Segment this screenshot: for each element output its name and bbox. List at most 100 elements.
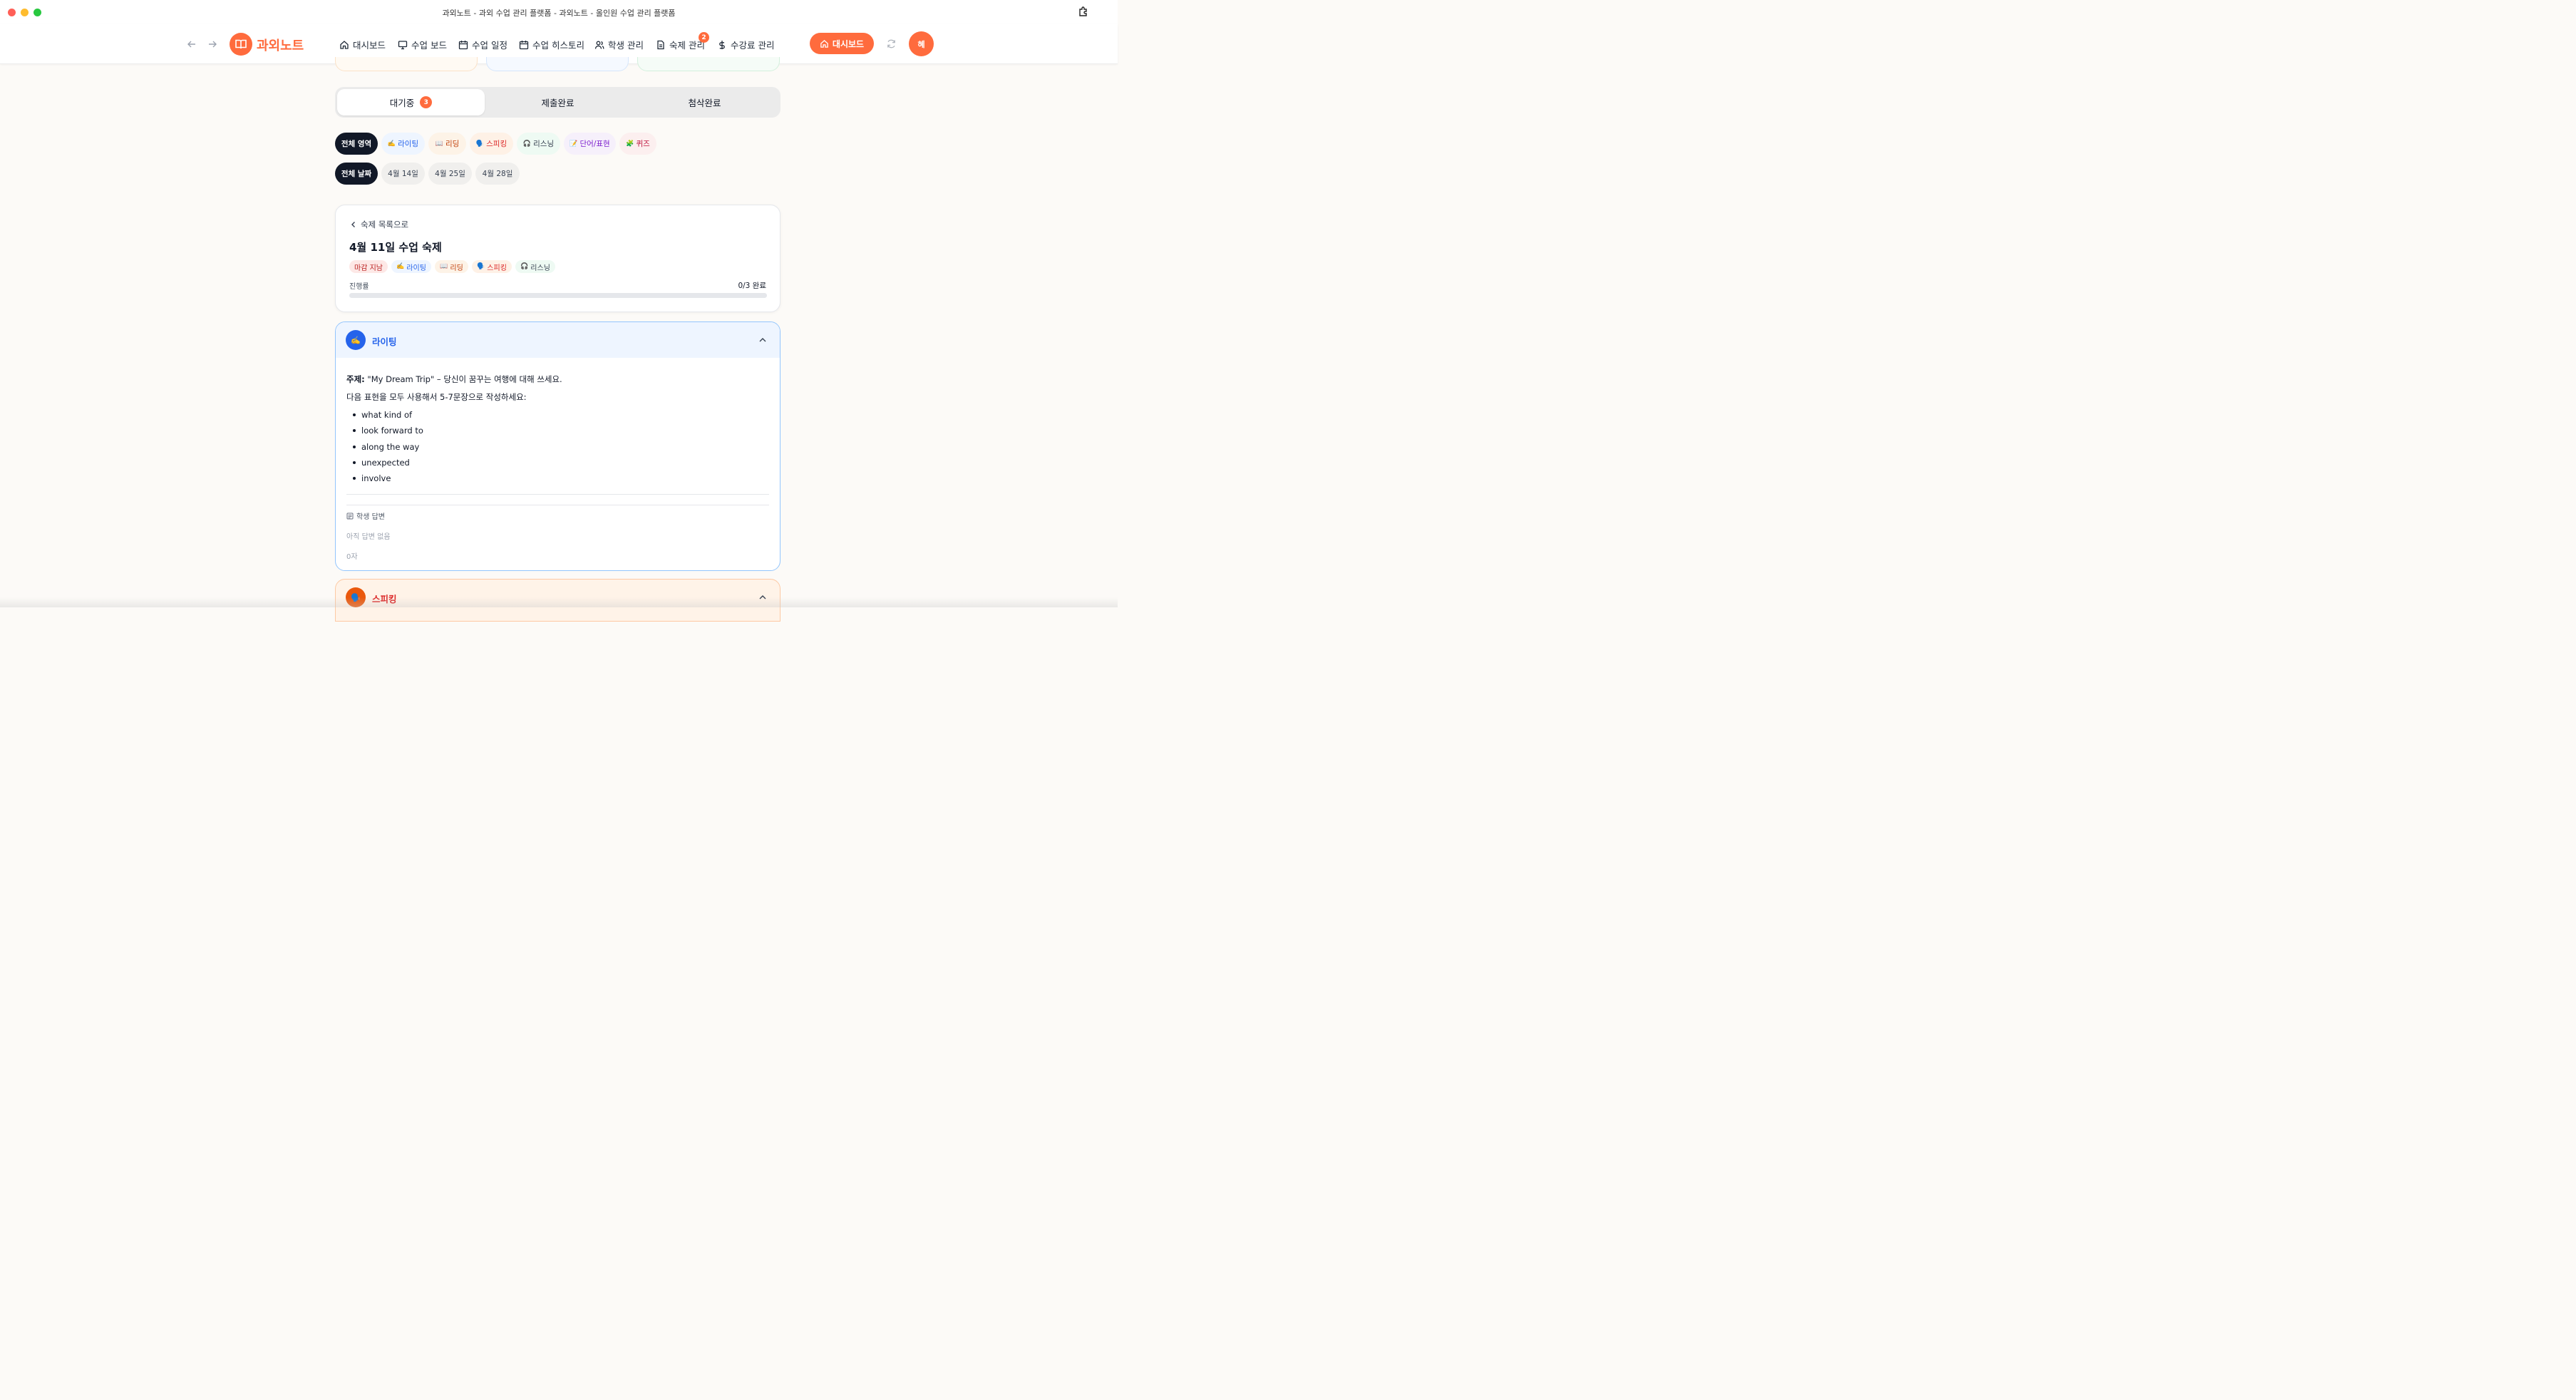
nav-tuition-management[interactable]: 수강료 관리	[717, 38, 774, 51]
filter-all-dates[interactable]: 전체 날짜	[335, 163, 378, 185]
filter-quiz[interactable]: 🧩 퀴즈	[619, 133, 656, 155]
home-icon	[340, 40, 349, 49]
tab-submitted[interactable]: 제출완료	[484, 89, 632, 115]
nav-label: 대시보드	[353, 40, 386, 51]
chip-label: 스피킹	[486, 140, 508, 148]
filter-vocabulary[interactable]: 📝 단어/표현	[564, 133, 616, 155]
chip-label: 라이팅	[398, 140, 419, 148]
book-icon: 📖	[440, 263, 448, 270]
nav-label: 수업 히스토리	[532, 40, 584, 51]
logo-text[interactable]: 과외노트	[257, 36, 304, 54]
filter-reading[interactable]: 📖 리딩	[428, 133, 466, 155]
summary-card-submitted	[486, 57, 629, 71]
nav-student-management[interactable]: 학생 관리	[594, 38, 644, 51]
calendar-icon	[519, 40, 529, 49]
tag-label: 마감 지남	[354, 264, 383, 272]
homework-detail-card: 숙제 목록으로 4월 11일 수업 숙제 마감 지남 ✍️ 라이팅 📖 리딩 🗣️ 스…	[335, 205, 780, 312]
filter-date-apr25[interactable]: 4월 25일	[428, 163, 472, 185]
tag-overdue: 마감 지남	[349, 260, 388, 273]
dashboard-button[interactable]: 대시보드	[810, 33, 874, 54]
puzzle-icon: 🧩	[626, 140, 634, 148]
nav-class-board[interactable]: 수업 보드	[398, 38, 447, 51]
speaking-head-icon: 🗣️	[477, 263, 485, 270]
chip-label: 퀴즈	[636, 140, 650, 148]
nav-label: 학생 관리	[608, 40, 644, 51]
filter-listening[interactable]: 🎧 리스닝	[517, 133, 560, 155]
chip-label: 4월 25일	[435, 170, 465, 178]
avatar[interactable]: 혜	[909, 31, 934, 56]
refresh-icon[interactable]	[886, 38, 897, 49]
nav-class-schedule[interactable]: 수업 일정	[458, 38, 508, 51]
expression-text: what kind of	[361, 410, 413, 420]
writing-section-header[interactable]: ✍️ 라이팅	[336, 322, 780, 358]
headphones-icon: 🎧	[520, 263, 529, 270]
chip-label: 리딩	[445, 140, 460, 148]
logo-book-icon[interactable]	[230, 33, 252, 56]
chip-label: 단어/표현	[579, 140, 610, 148]
speaking-head-icon: 🗣️	[475, 140, 485, 148]
divider	[346, 494, 769, 495]
progress-bar	[349, 293, 767, 298]
chevron-up-icon[interactable]	[758, 336, 767, 344]
list-item: what kind of	[353, 410, 412, 420]
writing-hand-icon: ✍️	[396, 263, 405, 270]
writing-section-title: 라이팅	[372, 336, 397, 347]
char-count: 0자	[346, 553, 358, 561]
expression-text: involve	[361, 473, 391, 483]
notepad-icon	[346, 513, 354, 519]
bottom-shadow	[0, 597, 1118, 607]
list-item: unexpected	[353, 458, 410, 468]
tag-writing: ✍️ 라이팅	[391, 260, 431, 273]
writing-hand-icon: ✍️	[346, 330, 366, 350]
list-item: along the way	[353, 442, 419, 452]
status-tabs: 대기중 3 제출완료 첨삭완료	[335, 87, 780, 118]
nav-dashboard[interactable]: 대시보드	[339, 38, 386, 51]
dollar-icon	[719, 40, 725, 49]
memo-icon: 📝	[570, 140, 578, 148]
student-answer-label: 학생 답변	[346, 510, 385, 521]
tab-reviewed[interactable]: 첨삭완료	[631, 89, 778, 115]
topic-text: "My Dream Trip" – 당신이 꿈꾸는 여행에 대해 쓰세요.	[364, 374, 562, 384]
back-arrow-icon[interactable]	[186, 38, 197, 50]
expression-text: look forward to	[361, 426, 423, 436]
headphones-icon: 🎧	[522, 140, 532, 148]
filter-writing[interactable]: ✍️ 라이팅	[381, 133, 425, 155]
answer-empty-text: 아직 답변 없음	[346, 533, 391, 541]
list-item: look forward to	[353, 426, 423, 436]
tab-label: 대기중	[389, 98, 415, 108]
nav-class-history[interactable]: 수업 히스토리	[519, 38, 584, 51]
summary-card-pending	[335, 57, 478, 71]
tag-label: 리스닝	[530, 264, 550, 272]
tab-label: 첨삭완료	[688, 98, 721, 108]
window-titlebar: 과외노트 - 과외 수업 관리 플랫폼 - 과외노트 - 올인원 수업 관리 플…	[0, 0, 1118, 24]
forward-arrow-icon[interactable]	[207, 38, 218, 50]
writing-topic: 주제: "My Dream Trip" – 당신이 꿈꾸는 여행에 대해 쓰세요…	[346, 374, 562, 385]
answer-label-text: 학생 답변	[356, 513, 385, 521]
file-icon	[657, 40, 664, 49]
chip-label: 4월 14일	[388, 170, 418, 178]
filter-speaking[interactable]: 🗣️ 스피킹	[470, 133, 513, 155]
filter-all-areas[interactable]: 전체 영역	[335, 133, 378, 155]
progress-label: 진행률	[349, 283, 369, 291]
expression-text: along the way	[361, 442, 420, 452]
extension-icon[interactable]	[1078, 6, 1089, 17]
summary-card-reviewed	[637, 57, 780, 71]
nav-homework-management[interactable]: 숙제 관리	[656, 38, 705, 51]
homework-badge: 2	[699, 32, 709, 43]
tag-listening: 🎧 리스닝	[515, 260, 555, 273]
writing-section: ✍️ 라이팅 주제: "My Dream Trip" – 당신이 꿈꾸는 여행에…	[335, 321, 780, 571]
tab-pending[interactable]: 대기중 3	[337, 89, 485, 115]
tab-label: 제출완료	[541, 98, 575, 108]
tag-label: 스피킹	[487, 264, 507, 272]
tag-speaking: 🗣️ 스피킹	[472, 260, 512, 273]
back-to-list-link[interactable]: 숙제 목록으로	[350, 219, 408, 230]
home-icon	[820, 39, 828, 48]
list-item: involve	[353, 473, 391, 483]
filter-date-apr14[interactable]: 4월 14일	[381, 163, 425, 185]
book-icon: 📖	[435, 140, 443, 148]
filter-date-apr28[interactable]: 4월 28일	[475, 163, 520, 185]
writing-instruction: 다음 표현을 모두 사용해서 5-7문장으로 작성하세요:	[346, 392, 527, 402]
window-title: 과외노트 - 과외 수업 관리 플랫폼 - 과외노트 - 올인원 수업 관리 플…	[442, 9, 676, 18]
nav-label: 수강료 관리	[731, 40, 775, 51]
nav-label: 수업 보드	[411, 40, 447, 51]
